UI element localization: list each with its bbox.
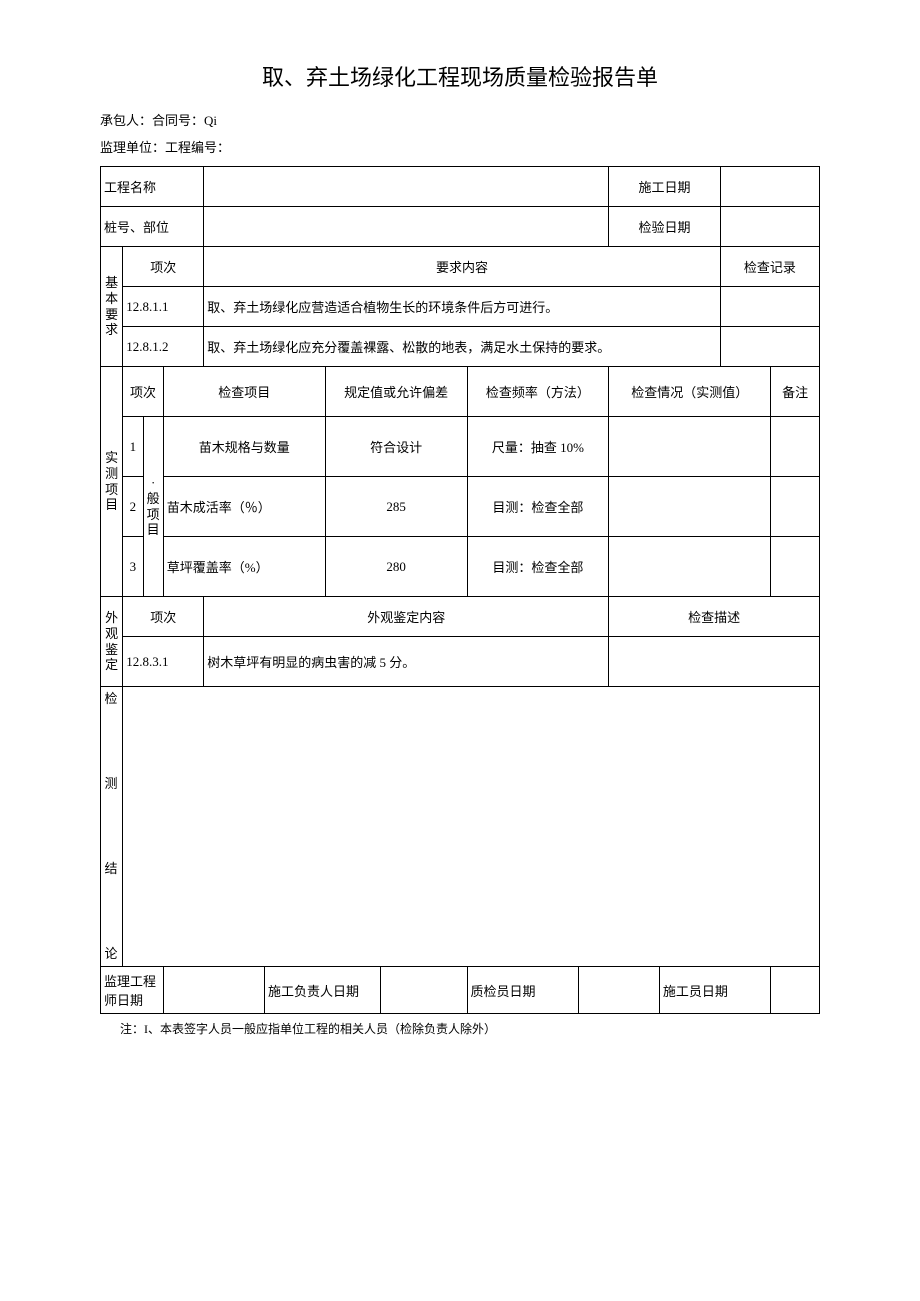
pile-value [204, 207, 609, 247]
basic-row-1-no: 12.8.1.1 [123, 287, 204, 327]
pile-label: 桩号、部位 [101, 207, 204, 247]
appearance-content-header: 外观鉴定内容 [204, 597, 609, 637]
appearance-section-label: 外观鉴定 [101, 597, 123, 687]
measured-spec-header: 规定值或允许偏差 [325, 367, 467, 417]
sig-lead-value [381, 967, 467, 1014]
sig-supervisor-value [163, 967, 264, 1014]
measured-remark-header: 备注 [771, 367, 820, 417]
sig-worker-value [771, 967, 820, 1014]
measured-freq-header: 检查频率（方法） [467, 367, 609, 417]
measured-itemno-header: 项次 [123, 367, 164, 417]
measured-row3-spec: 280 [325, 537, 467, 597]
basic-row-2-content: 取、弃土场绿化应充分覆盖裸露、松散的地表，满足水土保持的要求。 [204, 327, 720, 367]
measured-row3-idx: 3 [123, 537, 143, 597]
document-title: 取、弃土场绿化工程现场质量检验报告单 [100, 60, 820, 92]
basic-item-header: 项次 [123, 247, 204, 287]
measured-checkitem-header: 检查项目 [163, 367, 325, 417]
measured-row1-item: 苗木规格与数量 [163, 417, 325, 477]
conclusion-label: 检 测 结 论 [101, 687, 123, 967]
measured-row2-idx: 2 [123, 477, 143, 537]
conclusion-char-4: 论 [104, 946, 118, 962]
basic-record-header: 检查记录 [720, 247, 819, 287]
appearance-row1-no: 12.8.3.1 [123, 637, 204, 687]
basic-row-2-record [720, 327, 819, 367]
measured-row1-idx: 1 [123, 417, 143, 477]
inspection-date-label: 检验日期 [609, 207, 720, 247]
appearance-row1-desc [609, 637, 820, 687]
appearance-row1-content: 树木草坪有明显的病虫害的减 5 分。 [204, 637, 609, 687]
measured-row2-remark [771, 477, 820, 537]
sig-qc-value [578, 967, 659, 1014]
measured-row2-freq: 目测：检查全部 [467, 477, 609, 537]
measured-row2-spec: 285 [325, 477, 467, 537]
measured-row3-item: 草坪覆盖率（%） [163, 537, 325, 597]
basic-section-label: 基本要求 [101, 247, 123, 367]
appearance-desc-header: 检查描述 [609, 597, 820, 637]
conclusion-char-3: 结 [104, 861, 118, 877]
construction-date-label: 施工日期 [609, 167, 720, 207]
basic-content-header: 要求内容 [204, 247, 720, 287]
conclusion-char-2: 测 [104, 776, 118, 792]
basic-row-1-content: 取、弃土场绿化应营造适合植物生长的环境条件后方可进行。 [204, 287, 720, 327]
sig-worker-label: 施工员日期 [659, 967, 770, 1014]
measured-row1-freq: 尺量：抽查 10% [467, 417, 609, 477]
measured-row2-item: 苗木成活率（％） [163, 477, 325, 537]
sig-lead-label: 施工负责人日期 [265, 967, 381, 1014]
measured-row3-situation [609, 537, 771, 597]
measured-row1-remark [771, 417, 820, 477]
measured-row1-spec: 符合设计 [325, 417, 467, 477]
inspection-date-value [720, 207, 819, 247]
measured-row3-remark [771, 537, 820, 597]
sig-supervisor-label: 监理工程师日期 [101, 967, 164, 1014]
measured-row3-freq: 目测：检查全部 [467, 537, 609, 597]
measured-section-label: 实测项目 [101, 367, 123, 597]
measured-row2-situation [609, 477, 771, 537]
contractor-line: 承包人：合同号：Qi [100, 110, 820, 129]
project-name-value [204, 167, 609, 207]
project-name-label: 工程名称 [101, 167, 204, 207]
basic-row-2-no: 12.8.1.2 [123, 327, 204, 367]
measured-row1-situation [609, 417, 771, 477]
supervisor-line: 监理单位：工程编号： [100, 137, 820, 156]
basic-row-1-record [720, 287, 819, 327]
footnote: 注：I、本表签字人员一般应指单位工程的相关人员（检除负责人除外） [100, 1020, 820, 1037]
measured-group-label: ·般项目 [143, 417, 163, 597]
measured-situation-header: 检查情况（实测值） [609, 367, 771, 417]
appearance-item-header: 项次 [123, 597, 204, 637]
report-table: 工程名称 施工日期 桩号、部位 检验日期 基本要求 项次 要求内容 检查记录 1… [100, 166, 820, 1014]
conclusion-char-1: 检 [104, 691, 118, 707]
sig-qc-label: 质检员日期 [467, 967, 578, 1014]
conclusion-body [123, 687, 820, 967]
construction-date-value [720, 167, 819, 207]
